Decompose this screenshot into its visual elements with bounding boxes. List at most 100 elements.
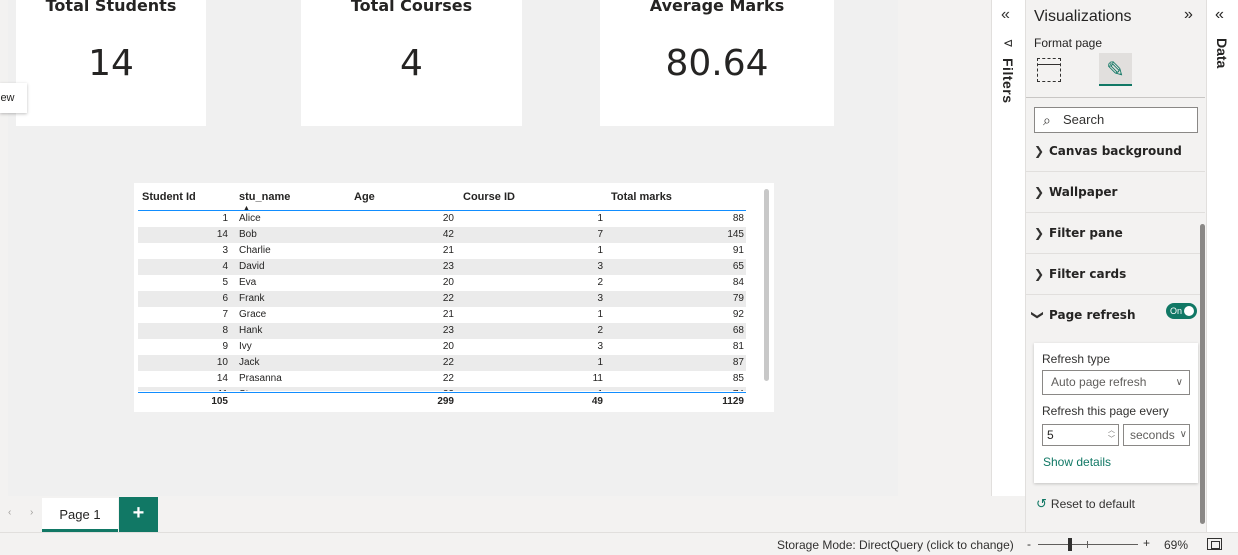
storage-mode-link[interactable]: Storage Mode: DirectQuery (click to chan… xyxy=(777,538,1014,552)
zoom-in-button[interactable]: + xyxy=(1143,536,1150,550)
prev-page-icon[interactable]: ‹ xyxy=(8,507,11,518)
chevron-down-icon: ∨ xyxy=(1179,425,1187,445)
cell-course-id: 1 xyxy=(597,309,603,320)
next-page-icon[interactable]: › xyxy=(30,507,33,518)
report-page[interactable]: Total Students 14 Total Courses 4 Averag… xyxy=(8,0,898,496)
table-row[interactable]: 6 Frank 22 3 79 xyxy=(138,291,746,307)
section-label: Filter pane xyxy=(1049,226,1123,240)
cell-age: 42 xyxy=(442,229,454,240)
cell-age: 20 xyxy=(442,213,454,224)
table-row[interactable]: 10 Jack 22 1 87 xyxy=(138,355,746,371)
refresh-unit-value: seconds xyxy=(1130,428,1175,442)
zoom-out-button[interactable]: - xyxy=(1027,537,1031,551)
cell-total-marks: 85 xyxy=(732,373,744,384)
filters-label[interactable]: Filters xyxy=(1000,58,1016,104)
table-header: Student Id stu_name ▲ Age Course ID Tota… xyxy=(138,189,746,212)
chevron-down-icon: ❯ xyxy=(1031,309,1046,321)
table-row[interactable]: 7 Grace 21 1 92 xyxy=(138,307,746,323)
refresh-type-label: Refresh type xyxy=(1042,352,1111,366)
reset-label: Reset to default xyxy=(1050,497,1135,511)
collapse-data-icon[interactable]: « xyxy=(1215,6,1224,24)
table-row[interactable]: 1 Alice 20 1 88 xyxy=(138,211,746,227)
visualizations-pane: Visualizations » Format page ✎ ⌕ Search … xyxy=(1025,0,1206,532)
section-filter-cards[interactable]: ❯ Filter cards xyxy=(1026,254,1205,295)
refresh-interval-value: 5 xyxy=(1047,428,1054,442)
cell-course-id: 11 xyxy=(592,373,603,384)
section-filter-pane[interactable]: ❯ Filter pane xyxy=(1026,213,1205,254)
page-refresh-settings: Refresh type Auto page refresh ∨ Refresh… xyxy=(1034,343,1198,483)
cell-student-id: 6 xyxy=(222,293,228,304)
tab-page-1[interactable]: Page 1 xyxy=(42,498,118,532)
section-canvas-background[interactable]: ❯ Canvas background xyxy=(1026,131,1205,172)
table-row[interactable]: 11 St... 22 1 74 xyxy=(138,387,746,391)
cell-student-id: 5 xyxy=(222,277,228,288)
reset-to-default-button[interactable]: ↺ Reset to default xyxy=(1036,496,1135,512)
data-pane-collapsed[interactable]: « Data xyxy=(1206,0,1238,532)
cell-total-marks: 81 xyxy=(732,341,744,352)
visualizations-title: Visualizations xyxy=(1034,8,1132,25)
table-row[interactable]: 14 Bob 42 7 145 xyxy=(138,227,746,243)
cell-age: 22 xyxy=(442,373,454,384)
chevron-right-icon: ❯ xyxy=(1034,185,1045,199)
zoom-slider[interactable] xyxy=(1038,544,1138,545)
cell-total-marks: 145 xyxy=(727,229,744,240)
page-refresh-toggle[interactable]: On xyxy=(1166,303,1197,319)
col-stu-name[interactable]: stu_name xyxy=(239,191,290,203)
format-page-icon[interactable]: ✎ xyxy=(1099,53,1132,86)
section-wallpaper[interactable]: ❯ Wallpaper xyxy=(1026,172,1205,213)
cell-student-id: 7 xyxy=(222,309,228,320)
card-value: 80.64 xyxy=(665,43,769,84)
cell-course-id: 1 xyxy=(597,357,603,368)
table-row[interactable]: 5 Eva 20 2 84 xyxy=(138,275,746,291)
expand-pane-icon[interactable]: » xyxy=(1184,6,1193,24)
cell-total-marks: 88 xyxy=(732,213,744,224)
col-age[interactable]: Age xyxy=(354,191,375,203)
table-row[interactable]: 4 David 23 3 65 xyxy=(138,259,746,275)
cell-age: 22 xyxy=(442,357,454,368)
refresh-unit-dropdown[interactable]: seconds ∨ xyxy=(1123,424,1190,446)
pane-scrollbar[interactable] xyxy=(1200,224,1205,524)
show-details-link[interactable]: Show details xyxy=(1043,455,1111,469)
cell-course-id: 3 xyxy=(597,293,603,304)
col-total-marks[interactable]: Total marks xyxy=(611,191,672,203)
table-scrollbar[interactable] xyxy=(764,189,769,381)
col-student-id[interactable]: Student Id xyxy=(142,191,196,203)
cell-age: 20 xyxy=(442,341,454,352)
cell-course-id: 3 xyxy=(597,341,603,352)
filters-pane-collapsed[interactable]: « ⊲ Filters xyxy=(991,0,1025,496)
cell-student-id: 1 xyxy=(222,213,228,224)
search-input[interactable]: ⌕ Search xyxy=(1034,107,1198,133)
cell-total-marks: 87 xyxy=(732,357,744,368)
refresh-type-dropdown[interactable]: Auto page refresh ∨ xyxy=(1042,370,1190,395)
build-visual-icon[interactable] xyxy=(1037,58,1061,82)
card-total-courses[interactable]: Total Courses 4 xyxy=(301,0,522,126)
total-course-id: 49 xyxy=(591,396,603,407)
spin-arrows-icon[interactable]: ︿ ﹀ xyxy=(1108,426,1115,444)
table-row[interactable]: 14 Prasanna 22 11 85 xyxy=(138,371,746,387)
cell-total-marks: 68 xyxy=(732,325,744,336)
add-page-button[interactable]: + xyxy=(119,497,158,532)
filter-icon: ⊲ xyxy=(1003,36,1014,50)
cell-student-id: 9 xyxy=(222,341,228,352)
card-total-students[interactable]: Total Students 14 xyxy=(16,0,206,126)
refresh-interval-stepper[interactable]: 5 ︿ ﹀ xyxy=(1042,424,1119,446)
cell-stu-name: Hank xyxy=(239,325,263,336)
cell-total-marks: 65 xyxy=(732,261,744,272)
cell-course-id: 1 xyxy=(597,213,603,224)
fit-to-page-icon[interactable] xyxy=(1207,538,1222,550)
cell-stu-name: Alice xyxy=(239,213,261,224)
section-label: Filter cards xyxy=(1049,267,1127,281)
card-title: Total Courses xyxy=(350,0,473,15)
zoom-level: 69% xyxy=(1164,538,1189,552)
status-bar: Storage Mode: DirectQuery (click to chan… xyxy=(0,532,1238,555)
table-row[interactable]: 3 Charlie 21 1 91 xyxy=(138,243,746,259)
col-course-id[interactable]: Course ID xyxy=(463,191,515,203)
table-row[interactable]: 8 Hank 23 2 68 xyxy=(138,323,746,339)
zoom-slider-thumb[interactable] xyxy=(1068,538,1072,551)
collapse-filters-icon[interactable]: « xyxy=(1001,6,1010,24)
data-label[interactable]: Data xyxy=(1214,38,1230,68)
table-row[interactable]: 9 Ivy 20 3 81 xyxy=(138,339,746,355)
student-table[interactable]: Student Id stu_name ▲ Age Course ID Tota… xyxy=(134,183,774,412)
card-average-marks[interactable]: Average Marks 80.64 xyxy=(600,0,834,126)
section-page-refresh[interactable]: ❯ Page refresh On xyxy=(1026,295,1205,336)
